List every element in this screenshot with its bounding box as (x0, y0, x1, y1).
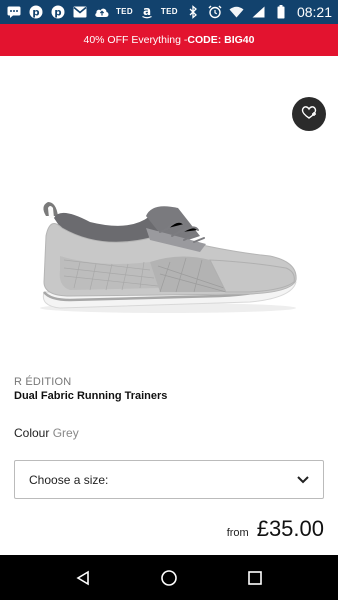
colour-label: Colour (14, 426, 50, 440)
recents-icon[interactable] (244, 567, 266, 589)
chevron-down-icon (297, 473, 309, 487)
ted-icon: TED (160, 7, 178, 16)
signal-icon (251, 4, 267, 20)
pinterest-icon: p (28, 4, 44, 20)
svg-text:p: p (32, 8, 39, 19)
promo-banner[interactable]: 40% OFF Everything - CODE: BIG40 (0, 24, 338, 56)
home-icon[interactable] (158, 567, 180, 589)
size-select-placeholder: Choose a size: (29, 472, 109, 487)
price-prefix: from (226, 527, 249, 539)
add-to-wishlist-button[interactable] (292, 97, 326, 131)
back-icon[interactable] (72, 567, 94, 589)
price: £35.00 (256, 516, 324, 541)
price-row: from £35.00 (227, 516, 324, 542)
svg-text:p: p (54, 8, 61, 19)
battery-icon (273, 4, 289, 20)
pinterest-icon: p (50, 4, 66, 20)
product-image[interactable] (0, 56, 338, 356)
promo-text: 40% OFF Everything - (83, 34, 188, 46)
alarm-icon (207, 4, 223, 20)
svg-text:a: a (143, 5, 151, 18)
bluetooth-icon (185, 4, 201, 20)
heart-plus-icon (300, 103, 318, 126)
wifi-icon (229, 4, 245, 20)
clock: 08:21 (296, 4, 332, 20)
promo-code: CODE: BIG40 (187, 34, 255, 46)
ted-icon: TED (116, 7, 133, 16)
amazon-icon: a (139, 4, 155, 20)
message-icon (6, 4, 22, 20)
product-name: Dual Fabric Running Trainers (14, 390, 168, 402)
navigation-bar (0, 555, 338, 600)
gmail-icon (72, 4, 88, 20)
size-select[interactable]: Choose a size: (14, 460, 324, 499)
cloud-upload-icon (94, 4, 110, 20)
status-bar: p p TED a TED 08:21 (0, 0, 338, 24)
colour-value: Grey (52, 426, 79, 440)
colour-row: Colour Grey (14, 426, 79, 440)
product-brand: R ÉDITION (14, 376, 72, 388)
